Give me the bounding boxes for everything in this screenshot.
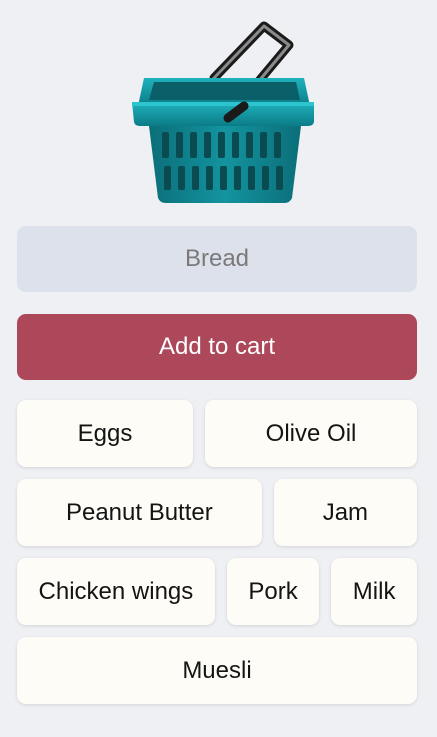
cart-item-muesli[interactable]: Muesli (17, 637, 417, 704)
shopping-list-app: Add to cart Eggs Olive Oil Peanut Butter… (0, 0, 437, 737)
shopping-basket-icon (131, 21, 314, 203)
cart-item-list: Eggs Olive Oil Peanut Butter Jam Chicken… (17, 400, 418, 704)
cart-item-olive-oil[interactable]: Olive Oil (205, 400, 418, 467)
cart-item-chicken-wings[interactable]: Chicken wings (17, 558, 215, 625)
cart-item-jam[interactable]: Jam (273, 479, 418, 546)
cart-item-eggs[interactable]: Eggs (17, 400, 194, 467)
add-to-cart-button[interactable]: Add to cart (17, 314, 417, 380)
item-name-input[interactable] (17, 226, 417, 292)
cart-item-pork[interactable]: Pork (226, 558, 320, 625)
cart-item-peanut-butter[interactable]: Peanut Butter (17, 479, 262, 546)
cart-item-milk[interactable]: Milk (331, 558, 417, 625)
basket-image-container (17, 0, 420, 208)
